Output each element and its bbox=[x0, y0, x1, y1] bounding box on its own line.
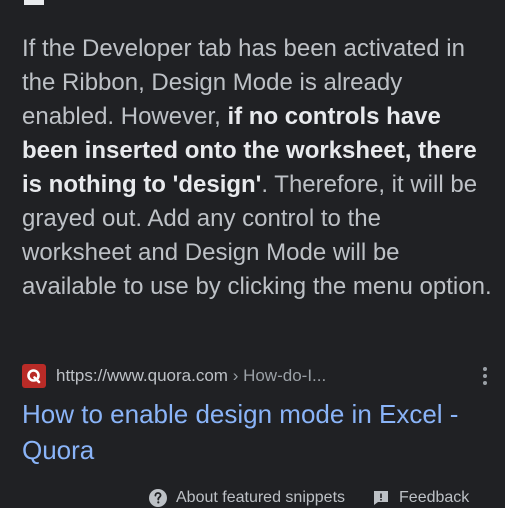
help-icon bbox=[149, 489, 167, 507]
snippet-footer: About featured snippets Feedback bbox=[148, 488, 505, 508]
feedback-link[interactable]: Feedback bbox=[371, 488, 469, 508]
source-domain: https://www.quora.com bbox=[56, 366, 228, 385]
source-url[interactable]: https://www.quora.com › How-do-I... bbox=[56, 366, 326, 386]
source-breadcrumb: › How-do-I... bbox=[227, 366, 327, 385]
quora-logo-icon bbox=[22, 364, 46, 388]
featured-snippet-text: If the Developer tab has been activated … bbox=[22, 32, 492, 304]
about-featured-snippets-label: About featured snippets bbox=[176, 489, 346, 506]
top-element-edge bbox=[24, 0, 44, 5]
about-featured-snippets-link[interactable]: About featured snippets bbox=[148, 488, 345, 508]
feedback-icon bbox=[374, 491, 389, 505]
source-row[interactable]: https://www.quora.com › How-do-I... bbox=[22, 362, 492, 390]
more-vert-icon[interactable] bbox=[478, 364, 492, 388]
quora-q-glyph bbox=[27, 369, 41, 384]
feedback-label: Feedback bbox=[399, 489, 470, 506]
result-title-link[interactable]: How to enable design mode in Excel - Quo… bbox=[22, 396, 492, 468]
